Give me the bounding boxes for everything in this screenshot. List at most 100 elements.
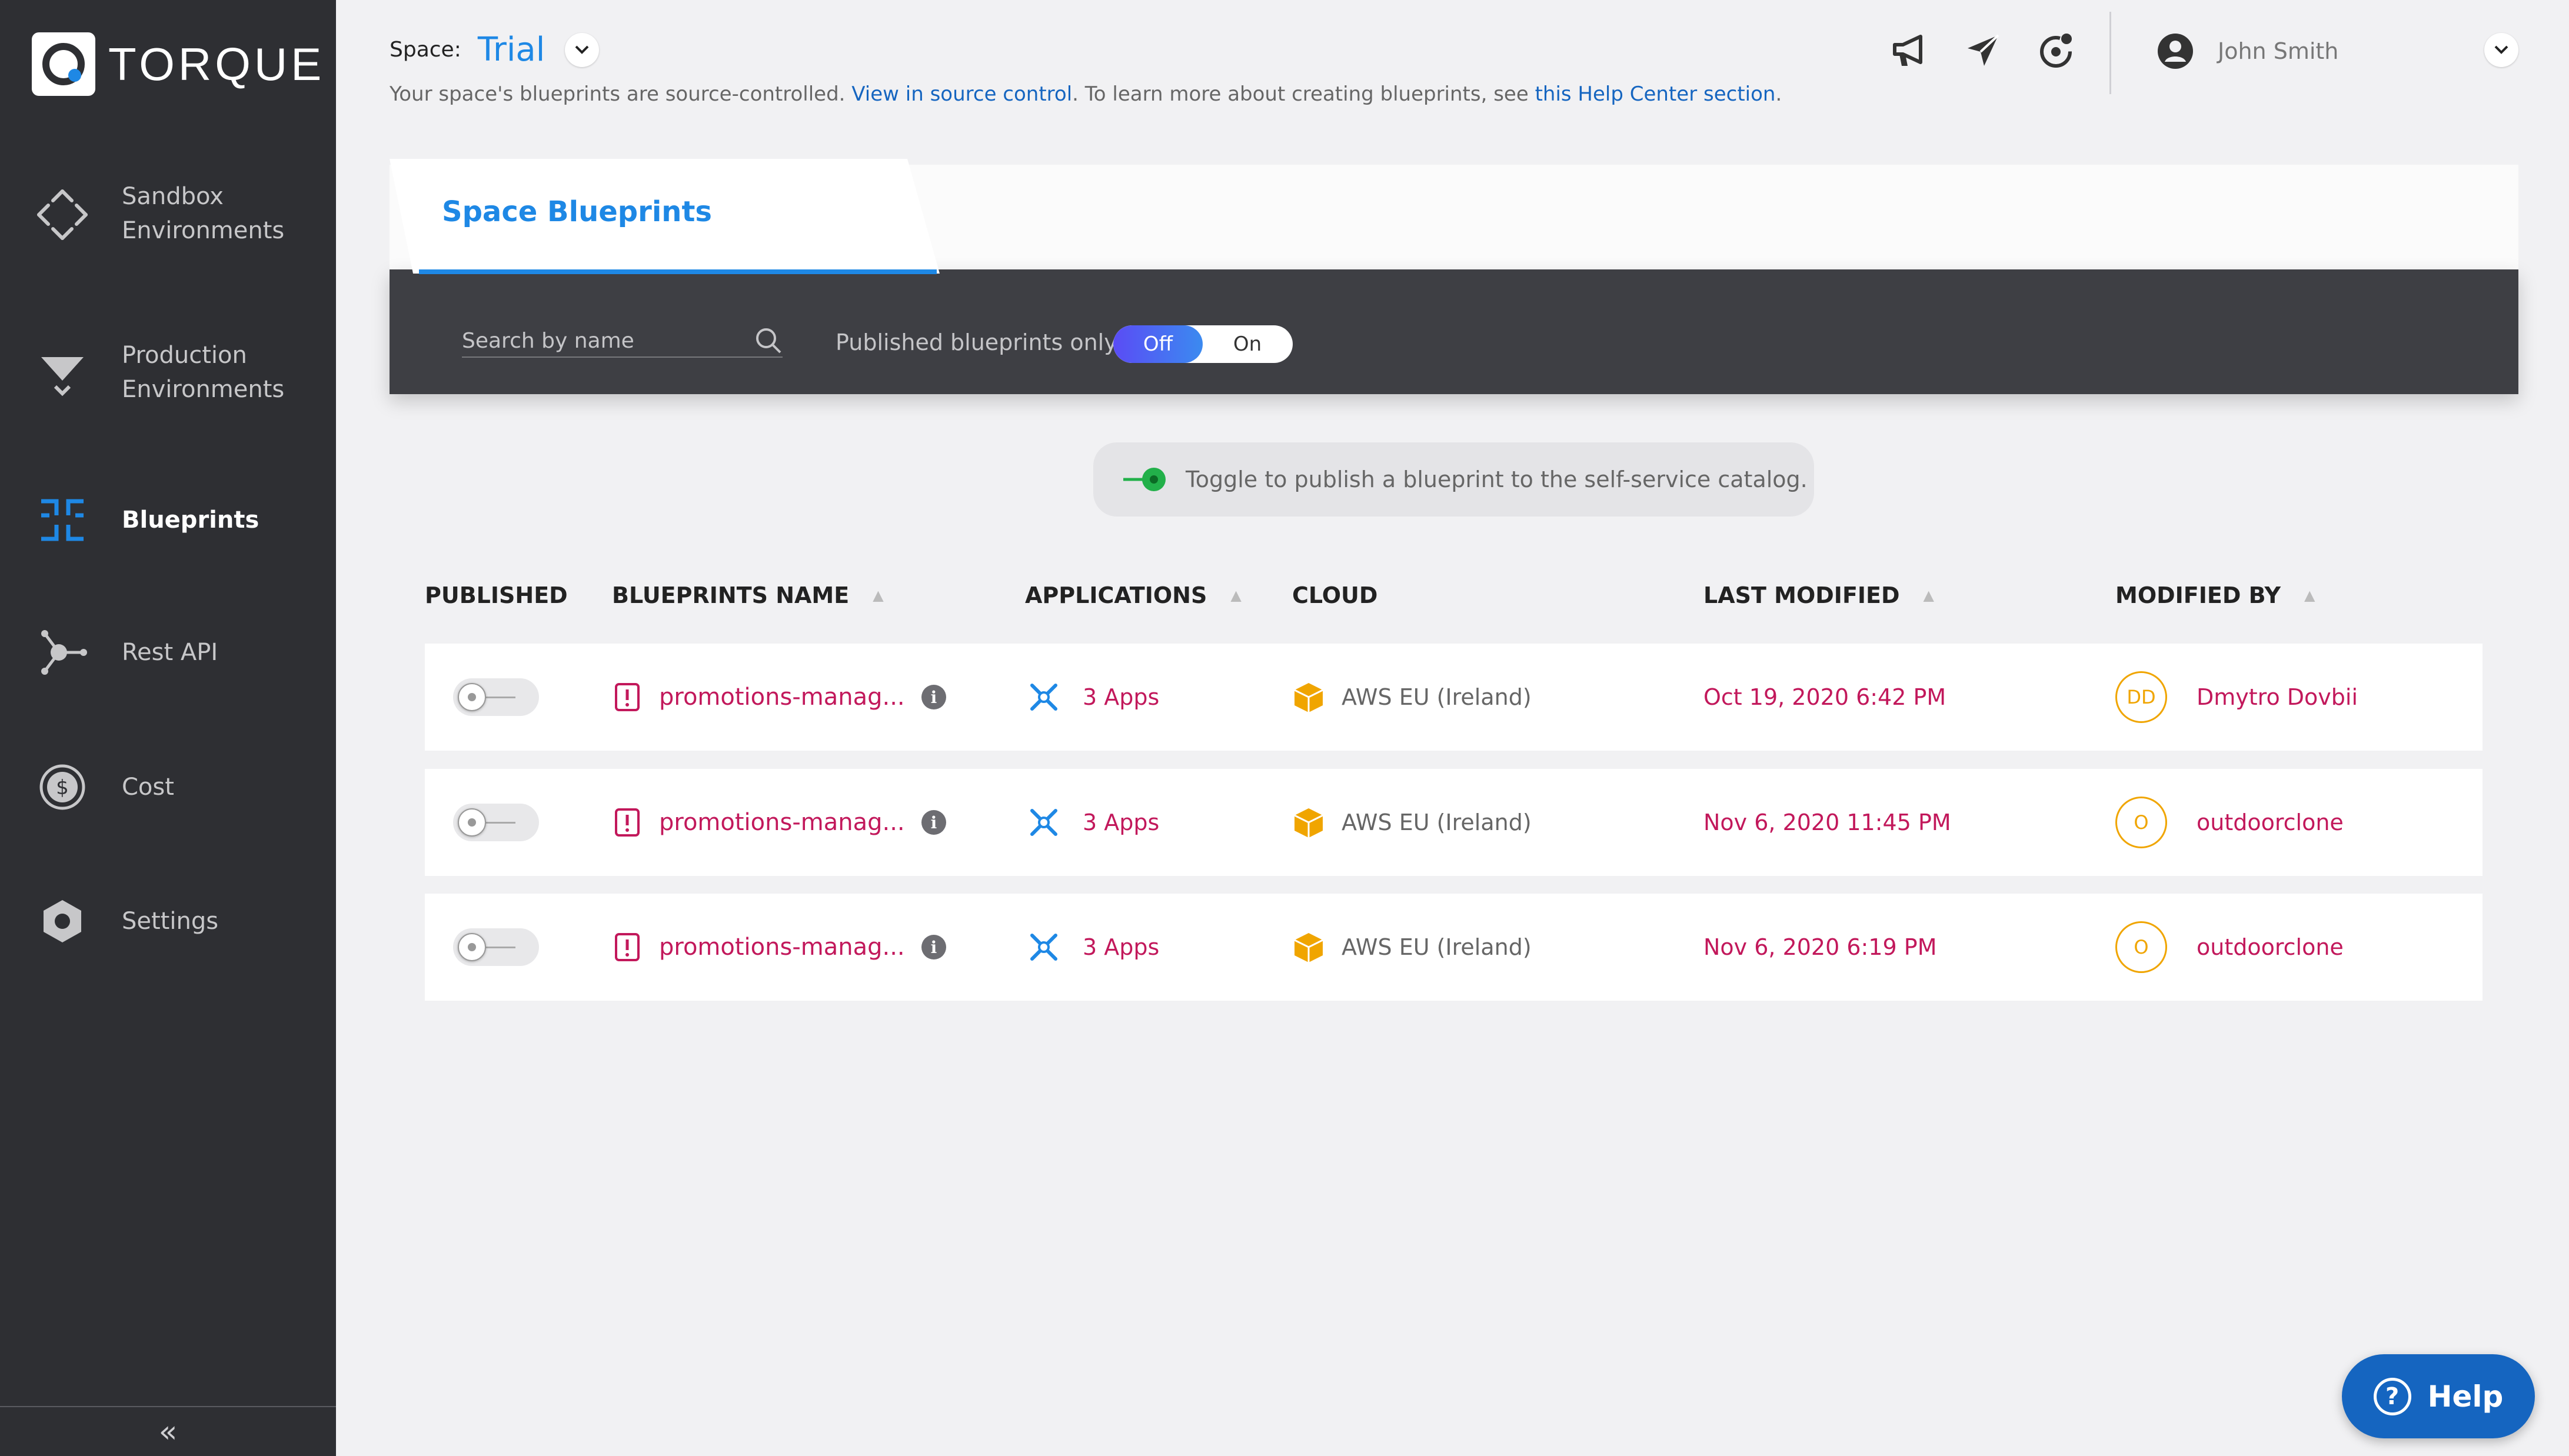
publish-hint-text: Toggle to publish a blueprint to the sel…: [1186, 467, 1808, 492]
blueprint-error-icon: [615, 683, 640, 711]
source-control-notice: Your space's blueprints are source-contr…: [390, 82, 1782, 106]
svg-text:$: $: [56, 776, 69, 799]
sandbox-icon: [35, 188, 89, 242]
published-only-on-option[interactable]: On: [1203, 325, 1292, 363]
sort-asc-icon[interactable]: ▲: [2304, 587, 2315, 604]
user-avatar-icon: [2158, 34, 2193, 69]
column-header-last-modified[interactable]: LAST MODIFIED ▲: [1703, 582, 1934, 608]
sidebar-item-label: Blueprints: [122, 507, 259, 534]
sidebar-item-cost[interactable]: $ Cost: [0, 760, 336, 814]
blueprint-name-link[interactable]: promotions-manag...: [659, 809, 905, 836]
sidebar-item-label: Cost: [122, 774, 174, 801]
publish-toggle[interactable]: [453, 644, 539, 751]
sidebar-item-rest-api[interactable]: Rest API: [0, 625, 336, 679]
column-header-cloud: CLOUD: [1292, 582, 1378, 608]
cloud-region: AWS EU (Ireland): [1342, 934, 1532, 960]
help-label: Help: [2427, 1379, 2504, 1414]
header-divider: [2109, 12, 2111, 94]
table-row[interactable]: promotions-manag... i 3 Apps AWS EU (Ire…: [425, 894, 2483, 1001]
sidebar-item-label: Environments: [122, 217, 285, 244]
published-only-off-option[interactable]: Off: [1113, 325, 1203, 363]
user-dropdown-button[interactable]: [2484, 33, 2518, 67]
send-feedback-icon[interactable]: [1962, 29, 2004, 72]
user-menu[interactable]: John Smith: [2157, 32, 2338, 70]
sidebar: TORQUE Sandbox Environments Production E…: [0, 0, 336, 1456]
sidebar-item-label: Settings: [122, 908, 219, 935]
publish-toggle[interactable]: [453, 894, 539, 1001]
search-icon: [756, 328, 781, 354]
aws-icon: [1294, 683, 1323, 712]
collapse-sidebar-button[interactable]: «: [0, 1406, 336, 1456]
settings-icon: [35, 894, 89, 948]
column-header-modified-by[interactable]: MODIFIED BY ▲: [2115, 582, 2315, 608]
applications-icon: [1030, 809, 1057, 836]
blueprint-name-link[interactable]: promotions-manag...: [659, 934, 905, 961]
sidebar-item-sandbox-environments[interactable]: Sandbox Environments: [0, 179, 336, 250]
blueprint-error-icon: [615, 808, 640, 837]
search-placeholder: Search by name: [462, 328, 634, 353]
brand-name: TORQUE: [108, 38, 325, 90]
last-modified-date: Nov 6, 2020 11:45 PM: [1703, 809, 1951, 835]
sidebar-item-settings[interactable]: Settings: [0, 894, 336, 948]
blueprint-error-icon: [615, 933, 640, 961]
chevron-down-icon: [2494, 45, 2508, 54]
active-tab-indicator: [419, 269, 937, 274]
cloud-region: AWS EU (Ireland): [1342, 684, 1532, 710]
info-icon[interactable]: i: [921, 935, 946, 959]
header-actions: [1889, 29, 2077, 72]
sidebar-item-production-environments[interactable]: Production Environments: [0, 338, 336, 409]
cloud-region: AWS EU (Ireland): [1342, 809, 1532, 835]
help-button[interactable]: ? Help: [2342, 1354, 2535, 1438]
last-modified-date: Oct 19, 2020 6:42 PM: [1703, 684, 1946, 710]
space-selector: Space: Trial: [390, 31, 600, 69]
announcements-icon[interactable]: [1889, 29, 1931, 72]
table-row[interactable]: promotions-manag... i 3 Apps AWS EU (Ire…: [425, 644, 2483, 751]
rest-api-icon: [35, 625, 89, 679]
cost-icon: $: [35, 760, 89, 814]
double-chevron-left-icon: «: [158, 1414, 178, 1450]
sidebar-item-label: Rest API: [122, 639, 218, 666]
chevron-down-icon: [575, 45, 589, 54]
aws-icon: [1294, 933, 1323, 962]
applications-icon: [1030, 684, 1057, 711]
applications-link[interactable]: 3 Apps: [1083, 809, 1159, 835]
publish-toggle[interactable]: [453, 769, 539, 876]
column-header-blueprints-name[interactable]: BLUEPRINTS NAME ▲: [612, 582, 884, 608]
space-label: Space:: [390, 38, 461, 62]
view-in-source-control-link[interactable]: View in source control: [851, 82, 1072, 106]
activity-icon[interactable]: [2035, 29, 2077, 72]
info-icon[interactable]: i: [921, 810, 946, 835]
torque-logo-icon: [32, 32, 95, 96]
modified-by-user[interactable]: outdoorclone: [2197, 809, 2344, 835]
sort-asc-icon[interactable]: ▲: [1230, 587, 1241, 604]
user-name: John Smith: [2218, 38, 2339, 64]
space-name[interactable]: Trial: [478, 31, 545, 69]
space-dropdown-button[interactable]: [565, 32, 600, 67]
sidebar-item-label: Production: [122, 342, 247, 369]
tab-space-blueprints-label[interactable]: Space Blueprints: [442, 195, 712, 228]
sort-asc-icon[interactable]: ▲: [1924, 587, 1934, 604]
search-input[interactable]: Search by name: [462, 325, 783, 358]
info-icon[interactable]: i: [921, 685, 946, 709]
production-icon: [35, 346, 89, 401]
avatar: O: [2115, 921, 2167, 973]
last-modified-date: Nov 6, 2020 6:19 PM: [1703, 934, 1937, 960]
published-only-toggle[interactable]: Off On: [1113, 325, 1293, 363]
applications-icon: [1030, 934, 1057, 961]
blueprints-icon: [35, 493, 89, 547]
published-only-label: Published blueprints only: [836, 329, 1117, 355]
applications-link[interactable]: 3 Apps: [1083, 684, 1159, 710]
sidebar-item-blueprints[interactable]: Blueprints: [0, 493, 336, 547]
torque-logo[interactable]: TORQUE: [32, 32, 325, 96]
toggle-on-icon: [1123, 468, 1166, 491]
table-row[interactable]: promotions-manag... i 3 Apps AWS EU (Ire…: [425, 769, 2483, 876]
column-header-applications[interactable]: APPLICATIONS ▲: [1025, 582, 1242, 608]
modified-by-user[interactable]: outdoorclone: [2197, 934, 2344, 960]
blueprint-name-link[interactable]: promotions-manag...: [659, 684, 905, 711]
applications-link[interactable]: 3 Apps: [1083, 934, 1159, 960]
modified-by-user[interactable]: Dmytro Dovbii: [2197, 684, 2358, 710]
help-center-section-link[interactable]: this Help Center section: [1535, 82, 1776, 106]
sidebar-item-label: Environments: [122, 376, 285, 403]
avatar: O: [2115, 797, 2167, 848]
sort-asc-icon[interactable]: ▲: [873, 587, 883, 604]
